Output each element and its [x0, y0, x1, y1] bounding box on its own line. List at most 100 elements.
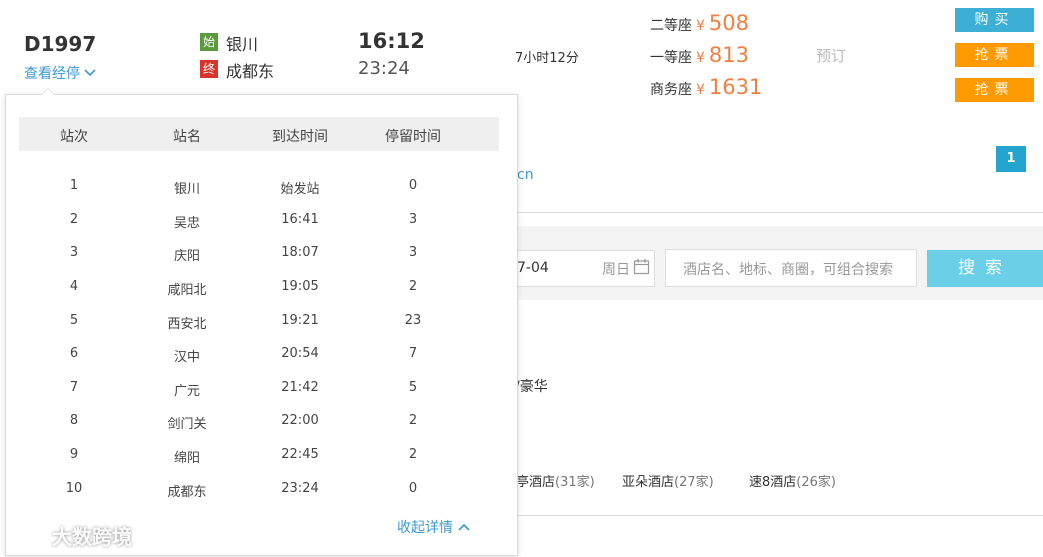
- hotel-chain-link[interactable]: 亭酒店(31家): [516, 471, 595, 490]
- table-row: 5 西安北 19:21 23: [0, 313, 513, 333]
- stop-stay: 0: [408, 481, 418, 496]
- stop-no: 3: [69, 245, 79, 260]
- stop-station: 广元: [173, 384, 200, 399]
- currency-symbol: ¥: [696, 18, 705, 34]
- currency-symbol: ¥: [696, 50, 705, 66]
- chevron-down-icon: [84, 69, 96, 77]
- stop-station: 西安北: [167, 317, 207, 332]
- search-button[interactable]: 搜索: [927, 250, 1043, 287]
- stop-no: 9: [69, 447, 79, 462]
- depart-time: 16:12: [358, 29, 425, 53]
- checkin-date-value: 7-04: [517, 260, 549, 276]
- stop-arrival: 19:21: [281, 313, 319, 328]
- divider: [514, 515, 1043, 516]
- stop-arrival: 20:54: [281, 346, 319, 361]
- train-number: D1997: [24, 32, 97, 56]
- collapse-details-link[interactable]: 收起详情: [397, 517, 470, 537]
- stop-no: 7: [69, 380, 79, 395]
- view-stops-link[interactable]: 查看经停: [24, 63, 96, 83]
- trip-duration: 7小时12分: [515, 51, 579, 66]
- stop-stay: 5: [408, 380, 418, 395]
- arrive-time: 23:24: [358, 58, 410, 79]
- reserve-label: 预订: [816, 47, 847, 65]
- table-row: 6 汉中 20:54 7: [0, 346, 513, 366]
- checkin-day-of-week: 周日: [602, 262, 630, 278]
- stop-arrival: 22:45: [281, 447, 319, 462]
- seat-business-class: 商务座 ¥ 1631: [650, 75, 762, 99]
- watermark: 大数跨境: [8, 521, 132, 550]
- header-station: 站名: [173, 129, 201, 145]
- stop-arrival: 18:07: [281, 245, 319, 260]
- stop-stay: 23: [404, 313, 422, 328]
- stop-stay: 2: [408, 413, 418, 428]
- stop-stay: 3: [408, 245, 418, 260]
- stop-station: 银川: [173, 182, 200, 197]
- start-station-badge: 始: [200, 33, 218, 51]
- seat-first-class: 一等座 ¥ 813: [650, 43, 749, 67]
- stop-no: 1: [69, 178, 79, 193]
- grab-ticket-button[interactable]: 抢票: [955, 43, 1034, 67]
- stop-no: 2: [69, 212, 79, 227]
- chain-name: 速8酒店: [749, 475, 797, 490]
- buy-button[interactable]: 购买: [955, 8, 1034, 32]
- pagination-page[interactable]: 1: [996, 146, 1026, 172]
- stop-no: 6: [69, 346, 79, 361]
- seat-label: 二等座: [650, 18, 692, 34]
- seat-price: 813: [708, 43, 750, 67]
- chain-count: (26家): [796, 475, 836, 490]
- hotel-level-fragment[interactable]: /豪华: [515, 376, 548, 396]
- chain-name: 亚朵酒店: [622, 475, 675, 490]
- table-row: 3 庆阳 18:07 3: [0, 245, 513, 265]
- collapse-label: 收起详情: [397, 520, 453, 536]
- stop-no: 4: [69, 279, 79, 294]
- seat-label: 一等座: [650, 50, 692, 66]
- stop-stay: 2: [408, 279, 418, 294]
- stop-arrival: 21:42: [281, 380, 319, 395]
- watermark-logo-icon: [9, 526, 44, 543]
- watermark-text: 大数跨境: [52, 525, 132, 549]
- stop-stay: 7: [408, 346, 418, 361]
- stop-arrival: 19:05: [281, 279, 319, 294]
- table-row: 2 吴忠 16:41 3: [0, 212, 513, 232]
- hotel-search-placeholder: 酒店名、地标、商圈，可组合搜索: [683, 262, 893, 278]
- end-station-badge: 终: [200, 60, 218, 78]
- stop-arrival: 22:00: [281, 413, 319, 428]
- stop-no: 8: [69, 413, 79, 428]
- stop-arrival: 16:41: [281, 212, 319, 227]
- view-stops-label: 查看经停: [24, 66, 80, 82]
- stop-station: 剑门关: [167, 417, 207, 432]
- stop-stay: 3: [408, 212, 418, 227]
- stop-no: 5: [69, 313, 79, 328]
- table-row: 8 剑门关 22:00 2: [0, 413, 513, 433]
- stop-arrival: 始发站: [280, 182, 320, 197]
- from-station: 银川: [226, 35, 259, 54]
- to-station: 成都东: [226, 62, 275, 81]
- chain-name: 亭酒店: [516, 475, 556, 490]
- table-row: 9 绵阳 22:45 2: [0, 447, 513, 467]
- stop-station: 咸阳北: [167, 283, 207, 298]
- chain-count: (27家): [674, 475, 714, 490]
- table-row: 10 成都东 23:24 0: [0, 481, 513, 501]
- header-stay: 停留时间: [385, 129, 441, 145]
- stop-station: 绵阳: [173, 451, 200, 466]
- link-fragment[interactable]: cn: [517, 167, 534, 183]
- table-row: 4 咸阳北 19:05 2: [0, 279, 513, 299]
- table-row: 7 广元 21:42 5: [0, 380, 513, 400]
- header-arrival: 到达时间: [272, 129, 328, 145]
- calendar-icon[interactable]: [633, 258, 650, 275]
- chain-count: (31家): [555, 475, 595, 490]
- seat-label: 商务座: [650, 82, 692, 98]
- stop-station: 吴忠: [173, 216, 200, 231]
- hotel-chain-link[interactable]: 亚朵酒店(27家): [622, 471, 714, 490]
- currency-symbol: ¥: [696, 82, 705, 98]
- stop-no: 10: [65, 481, 83, 496]
- stop-station: 成都东: [167, 485, 207, 500]
- hotel-chain-link[interactable]: 速8酒店(26家): [749, 471, 836, 490]
- divider: [514, 212, 1043, 213]
- popup-arrow-inner: [42, 89, 54, 95]
- stop-station: 庆阳: [173, 249, 200, 264]
- header-stop-no: 站次: [60, 129, 88, 145]
- seat-price: 508: [708, 11, 750, 35]
- stop-station: 汉中: [173, 350, 200, 365]
- grab-ticket-button[interactable]: 抢票: [955, 78, 1034, 102]
